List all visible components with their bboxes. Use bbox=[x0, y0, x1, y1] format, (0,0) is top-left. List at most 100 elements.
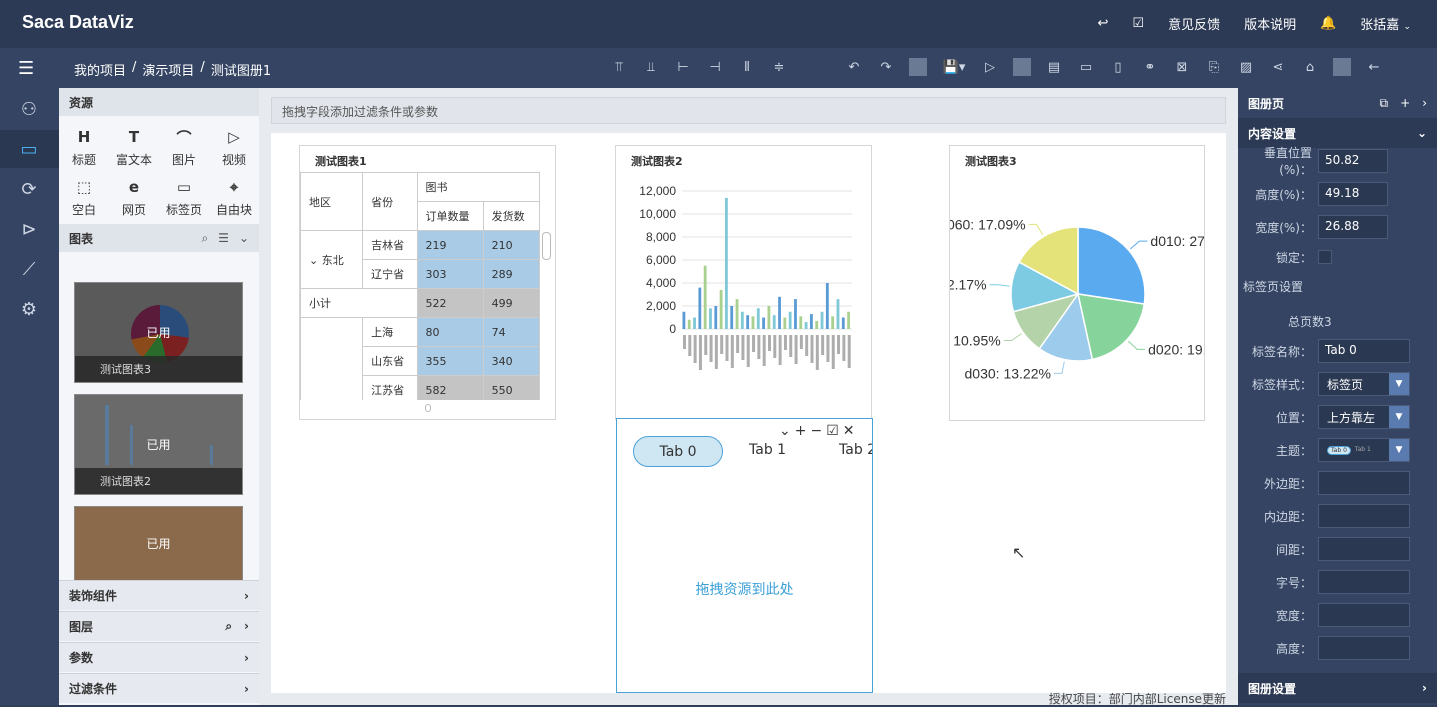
position-select[interactable]: 上方靠左 ▼ bbox=[1318, 405, 1410, 429]
horizontal-scrollbar[interactable] bbox=[425, 404, 431, 412]
tab-2[interactable]: Tab 2 bbox=[839, 442, 872, 458]
refresh-icon[interactable]: ⟳ bbox=[16, 176, 42, 202]
align-bottom-icon[interactable]: ⫫ bbox=[642, 58, 660, 76]
breadcrumb-item-project[interactable]: 演示项目 bbox=[142, 60, 194, 79]
align-right-icon[interactable]: ⊣ bbox=[706, 58, 724, 76]
vertical-scrollbar[interactable] bbox=[542, 232, 551, 260]
resource-richtext[interactable]: T 富文本 bbox=[109, 126, 159, 168]
accordion-params[interactable]: 参数 › bbox=[59, 642, 259, 672]
line-chart-icon[interactable]: ⟋ bbox=[16, 256, 42, 282]
resources-title: 资源 bbox=[69, 95, 94, 110]
tab-name-input[interactable]: Tab 0 bbox=[1318, 339, 1410, 363]
undo-nav-icon[interactable]: ↩ bbox=[1098, 16, 1109, 31]
tab-style-select[interactable]: 标签页 ▼ bbox=[1318, 372, 1410, 396]
margin-input[interactable] bbox=[1318, 471, 1410, 495]
gear-icon[interactable]: ⚙ bbox=[16, 296, 42, 322]
tag-icon[interactable]: ⌂ bbox=[1301, 58, 1319, 76]
pdf-icon[interactable]: ⎘ bbox=[1205, 58, 1223, 76]
card-icon[interactable]: ▭ bbox=[1077, 58, 1095, 76]
distribute-v-icon[interactable]: ≑ bbox=[770, 58, 788, 76]
tab-width-input[interactable] bbox=[1318, 603, 1410, 627]
album-settings-header[interactable]: 图册设置 › bbox=[1238, 673, 1437, 703]
chart-thumbnail[interactable]: 已用 测试图表3 bbox=[74, 282, 243, 383]
region-cell[interactable] bbox=[300, 317, 364, 400]
vpos-input[interactable]: 50.82 bbox=[1318, 149, 1388, 173]
header-orders[interactable]: 订单数量 bbox=[416, 201, 484, 231]
resource-image[interactable]: ⌒ 图片 bbox=[159, 126, 209, 168]
align-left-icon[interactable]: ⊢ bbox=[674, 58, 692, 76]
excel-icon[interactable]: ⊠ bbox=[1173, 58, 1191, 76]
resource-title[interactable]: H 标题 bbox=[59, 126, 109, 168]
header-province[interactable]: 省份 bbox=[362, 172, 418, 231]
image-export-icon[interactable]: ▨ bbox=[1237, 58, 1255, 76]
gap-input[interactable] bbox=[1318, 537, 1410, 561]
divider bbox=[1333, 58, 1351, 76]
remove-tab-icon[interactable]: − bbox=[810, 423, 822, 439]
mobile-icon[interactable]: ▯ bbox=[1109, 58, 1127, 76]
accordion-layers[interactable]: 图层 ⌕ › bbox=[59, 611, 259, 641]
add-tab-icon[interactable]: + bbox=[795, 423, 807, 439]
play-icon[interactable]: ▷ bbox=[981, 58, 999, 76]
resource-webpage[interactable]: e 网页 bbox=[109, 176, 159, 218]
bell-icon[interactable]: 🔔 bbox=[1320, 16, 1336, 31]
copy-icon[interactable]: ⧉ bbox=[1380, 96, 1389, 111]
header-region[interactable]: 地区 bbox=[300, 172, 364, 231]
version-link[interactable]: 版本说明 bbox=[1244, 14, 1296, 33]
share-icon[interactable]: ⋖ bbox=[1269, 58, 1287, 76]
header-group[interactable]: 图书 bbox=[416, 172, 540, 202]
tab-height-input[interactable] bbox=[1318, 636, 1410, 660]
fontsize-input[interactable] bbox=[1318, 570, 1410, 594]
chart-card-1[interactable]: 测试图表1 地区 省份 图书 订单数量 发货数 ⌄ 东北 吉林省 219 210… bbox=[299, 145, 556, 420]
collapse-icon[interactable]: ⌄ bbox=[309, 254, 318, 267]
edit-square-icon[interactable]: ☑ bbox=[1132, 16, 1144, 31]
search-icon[interactable]: ⌕ bbox=[225, 619, 232, 634]
chevron-down-icon[interactable]: ⌄ bbox=[239, 231, 249, 246]
width-input[interactable]: 26.88 bbox=[1318, 215, 1388, 239]
tab-component[interactable]: ⌄ + − ☑ ✕ Tab 0 Tab 1 Tab 2 拖拽资源到此处 bbox=[616, 418, 873, 693]
distribute-h-icon[interactable]: ⫴ bbox=[738, 58, 756, 76]
chevron-right-icon[interactable]: › bbox=[1422, 96, 1427, 111]
chevron-right-icon: › bbox=[244, 681, 249, 696]
link-icon[interactable]: ⚭ bbox=[1141, 58, 1159, 76]
checkbox-icon[interactable]: ☑ bbox=[826, 423, 839, 439]
document-icon[interactable]: ▤ bbox=[1045, 58, 1063, 76]
chevron-down-icon[interactable]: ⌄ bbox=[779, 423, 791, 439]
height-input[interactable]: 49.18 bbox=[1318, 182, 1388, 206]
add-icon[interactable]: + bbox=[1400, 96, 1410, 111]
redo-icon[interactable]: ↷ bbox=[877, 58, 895, 76]
resource-video[interactable]: ▷ 视频 bbox=[209, 126, 259, 168]
chart-thumbnail[interactable]: 已用 bbox=[74, 506, 243, 581]
accordion-decor[interactable]: 装饰组件 › bbox=[59, 580, 259, 610]
breadcrumb-item-project-list[interactable]: 我的项目 bbox=[74, 60, 126, 79]
resource-freeblock[interactable]: ⌖ 自由块 bbox=[209, 176, 259, 218]
chart-card-3[interactable]: 测试图表3 d010: 27. d020: 19. d030: 13.22%: 10… bbox=[949, 145, 1205, 421]
chart-card-2[interactable]: 测试图表2 12,000 10,000 8,000 6,000 4,000 2,000 0 bbox=[615, 145, 872, 420]
align-top-icon[interactable]: ⫪ bbox=[610, 58, 628, 76]
user-menu[interactable]: 张括嘉 ⌄ bbox=[1360, 14, 1411, 33]
accordion-filters[interactable]: 过滤条件 › bbox=[59, 673, 259, 703]
feedback-link[interactable]: 意见反馈 bbox=[1168, 14, 1220, 33]
search-icon[interactable]: ⌕ bbox=[201, 231, 208, 246]
user-icon[interactable]: ⚇ bbox=[16, 96, 42, 122]
x-tick-label bbox=[688, 335, 692, 356]
close-icon[interactable]: ✕ bbox=[843, 423, 855, 439]
theme-select[interactable]: Tab 0 Tab 1 ▼ bbox=[1318, 438, 1410, 462]
play-circle-icon[interactable]: ⊳ bbox=[16, 216, 42, 242]
x-tick-label bbox=[821, 335, 825, 355]
chart-thumbnail[interactable]: 已用 测试图表2 bbox=[74, 394, 243, 495]
tab-0[interactable]: Tab 0 bbox=[633, 436, 723, 467]
monitor-icon[interactable]: ▭ bbox=[16, 136, 42, 162]
resource-blank[interactable]: ⬚ 空白 bbox=[59, 176, 109, 218]
tab-1[interactable]: Tab 1 bbox=[749, 442, 786, 458]
list-icon[interactable]: ☰ bbox=[218, 231, 229, 246]
undo-icon[interactable]: ↶ bbox=[845, 58, 863, 76]
hamburger-icon[interactable]: ☰ bbox=[18, 58, 34, 79]
lock-checkbox[interactable] bbox=[1318, 250, 1332, 264]
resource-tabpage[interactable]: ▭ 标签页 bbox=[159, 176, 209, 218]
padding-input[interactable] bbox=[1318, 504, 1410, 528]
region-cell[interactable]: ⌄ 东北 bbox=[300, 230, 364, 289]
header-shipped[interactable]: 发货数 bbox=[482, 201, 540, 231]
save-icon[interactable]: 💾▾ bbox=[941, 58, 967, 76]
filter-dropzone[interactable]: 拖拽字段添加过滤条件或参数 bbox=[271, 97, 1226, 124]
back-arrow-icon[interactable]: ← bbox=[1365, 58, 1383, 76]
